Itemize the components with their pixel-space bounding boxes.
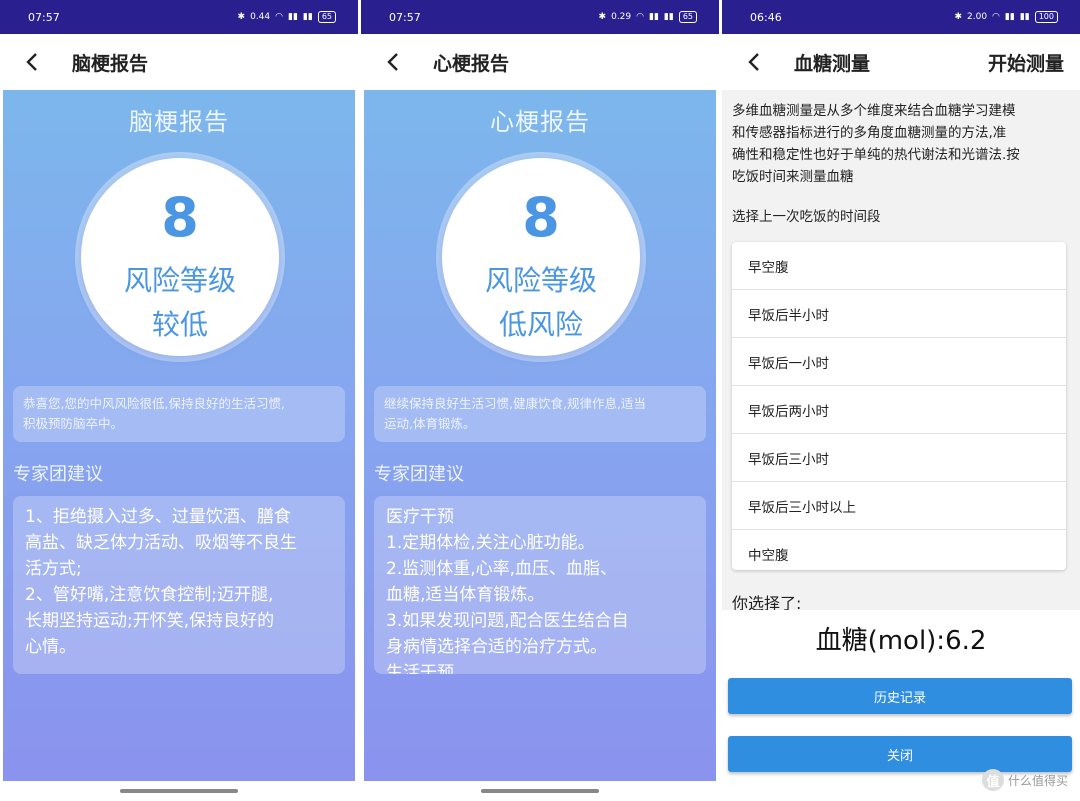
meal-time-option[interactable]: 早饭后三小时以上 [732, 482, 1066, 530]
meal-time-option[interactable]: 早饭后一小时 [732, 338, 1066, 386]
meal-time-option[interactable]: 早空腹 [732, 242, 1066, 290]
advice-line: 3.如果发现问题,配合医生结合自 [386, 611, 629, 631]
battery-icon: 65 [678, 11, 697, 23]
watermark-logo-icon: 值 [981, 769, 1004, 791]
signal-icon: ▮▮ [1004, 12, 1015, 22]
history-button[interactable]: 历史记录 [728, 678, 1072, 714]
back-arrow-icon[interactable] [383, 52, 403, 72]
notice-line: 运动,体育锻炼。 [384, 416, 476, 431]
intro-text: 多维血糖测量是从多个维度来结合血糖学习建模 和传感器指标进行的多角度血糖测量的方… [732, 100, 1070, 188]
status-bar: 07:57 ✱ 0.44 ◠ ▮▮ ▮▮ 65 [0, 0, 358, 34]
advice-line: 高盐、缺乏体力活动、吸烟等不良生 [25, 533, 297, 553]
score-circle: 8 风险等级 低风险 [442, 158, 640, 356]
meal-time-option[interactable]: 早饭后两小时 [732, 386, 1066, 434]
intro-line: 吃饭时间来测量血糖 [732, 169, 854, 185]
notice-line: 积极预防脑卒中。 [23, 416, 124, 431]
advice-line: 2、管好嘴,注意饮食控制;迈开腿, [25, 585, 274, 605]
signal-icon: ▮▮ [288, 12, 298, 22]
report-panel: 心梗报告 8 风险等级 低风险 继续保持良好生活习惯,健康饮食,规律作息,适当 … [364, 90, 716, 781]
close-button[interactable]: 关闭 [728, 736, 1072, 772]
advice-box[interactable]: 1、拒绝摄入过多、过量饮酒、膳食 高盐、缺乏体力活动、吸烟等不良生 活方式; 2… [13, 496, 345, 674]
signal-icon-2: ▮▮ [1019, 12, 1030, 22]
risk-level: 较低 [151, 308, 208, 341]
meal-time-option[interactable]: 中空腹 [732, 530, 1066, 570]
gesture-bar[interactable] [120, 789, 238, 793]
notice-line: 继续保持良好生活习惯,健康饮食,规律作息,适当 [384, 396, 646, 411]
phone-heart-report: 07:57 ✱ 0.29 ◠ ▮▮ ▮▮ 65 心梗报告 心梗报告 8 风险等级… [361, 0, 719, 801]
score-ring: 8 风险等级 较低 [75, 152, 285, 362]
bluetooth-icon: ✱ [598, 12, 607, 22]
signal-icon-2: ▮▮ [663, 12, 674, 22]
bluetooth-icon: ✱ [237, 12, 246, 22]
page-title: 脑梗报告 [72, 52, 149, 75]
advice-line: 身病情选择合适的治疗方式。 [386, 637, 607, 657]
status-time: 07:57 [28, 10, 60, 24]
risk-score: 8 [161, 186, 199, 249]
bluetooth-icon: ✱ [954, 12, 962, 22]
network-speed: 0.44 [250, 12, 271, 22]
meal-time-option[interactable]: 早饭后三小时 [732, 434, 1066, 482]
risk-label: 风险等级 [123, 264, 236, 297]
risk-score: 8 [522, 186, 560, 249]
watermark-text: 什么值得买 [1007, 773, 1068, 788]
score-ring: 8 风险等级 低风险 [436, 152, 646, 362]
notice-box: 恭喜您,您的中风风险很低,保持良好的生活习惯, 积极预防脑卒中。 [13, 386, 345, 442]
advice-line: 生活干预 [386, 663, 454, 674]
advice-line: 心情。 [25, 637, 76, 657]
advice-line: 长期坚持运动;开怀笑,保持良好的 [25, 611, 275, 631]
risk-level: 低风险 [498, 308, 583, 341]
report-title: 心梗报告 [490, 108, 590, 136]
back-arrow-icon[interactable] [22, 52, 42, 72]
page-title: 血糖测量 [794, 52, 871, 75]
battery-icon: 65 [317, 11, 336, 23]
risk-label: 风险等级 [484, 264, 597, 297]
advice-line: 医疗干预 [386, 507, 454, 527]
app-header: 心梗报告 [361, 34, 719, 90]
intro-line: 多维血糖测量是从多个维度来结合血糖学习建模 [732, 103, 1016, 119]
expert-title: 专家团建议 [13, 464, 103, 485]
signal-icon-2: ▮▮ [302, 12, 313, 22]
advice-line: 活方式; [25, 559, 82, 579]
report-panel: 脑梗报告 8 风险等级 较低 恭喜您,您的中风风险很低,保持良好的生活习惯, 积… [3, 90, 355, 781]
network-speed: 0.29 [611, 12, 632, 22]
status-time: 07:57 [389, 10, 421, 24]
signal-icon: ▮▮ [649, 12, 659, 22]
glucose-content: 多维血糖测量是从多个维度来结合血糖学习建模 和传感器指标进行的多角度血糖测量的方… [722, 90, 1080, 801]
notice-line: 恭喜您,您的中风风险很低,保持良好的生活习惯, [23, 396, 285, 411]
meal-time-list[interactable]: 早空腹 早饭后半小时 早饭后一小时 早饭后两小时 早饭后三小时 早饭后三小时以上… [732, 242, 1066, 570]
report-title: 脑梗报告 [129, 108, 229, 136]
score-circle: 8 风险等级 较低 [81, 158, 279, 356]
result-area: 血糖(mol):6.2 历史记录 关闭 值 什么值得买 [722, 610, 1080, 801]
page-title: 心梗报告 [433, 52, 510, 75]
advice-line: 血糖,适当体育锻炼。 [386, 585, 545, 605]
phone-stroke-report: 07:57 ✱ 0.44 ◠ ▮▮ ▮▮ 65 脑梗报告 脑梗报告 8 风险等级… [0, 0, 358, 801]
advice-line: 1.定期体检,关注心脏功能。 [386, 533, 595, 553]
app-header: 血糖测量 开始测量 [722, 34, 1080, 90]
watermark: 值 什么值得买 [981, 769, 1068, 791]
status-time: 06:46 [750, 10, 782, 24]
wifi-icon: ◠ [275, 12, 283, 22]
wifi-icon: ◠ [636, 12, 644, 22]
app-header: 脑梗报告 [0, 34, 358, 90]
status-bar: 06:46 ✱ 2.00 ◠ ▮▮ ▮▮ 100 [722, 0, 1080, 34]
advice-box[interactable]: 医疗干预 1.定期体检,关注心脏功能。 2.监测体重,心率,血压、血脂、 血糖,… [374, 496, 706, 674]
battery-icon: 100 [1034, 11, 1058, 23]
notice-box: 继续保持良好生活习惯,健康饮食,规律作息,适当 运动,体育锻炼。 [374, 386, 706, 442]
status-bar: 07:57 ✱ 0.29 ◠ ▮▮ ▮▮ 65 [361, 0, 719, 34]
phone-glucose-measure: 06:46 ✱ 2.00 ◠ ▮▮ ▮▮ 100 血糖测量 开始测量 多维血糖测… [722, 0, 1080, 801]
meal-time-option[interactable]: 早饭后半小时 [732, 290, 1066, 338]
back-arrow-icon[interactable] [744, 52, 764, 72]
advice-line: 1、拒绝摄入过多、过量饮酒、膳食 [25, 507, 291, 527]
intro-line: 确性和稳定性也好于单纯的热代谢法和光谱法.按 [732, 147, 1020, 163]
wifi-icon: ◠ [992, 12, 1000, 22]
glucose-value: 血糖(mol):6.2 [815, 626, 987, 656]
intro-line: 和传感器指标进行的多角度血糖测量的方法,准 [732, 125, 1007, 141]
network-speed: 2.00 [967, 12, 988, 22]
advice-line: 2.监测体重,心率,血压、血脂、 [386, 559, 618, 579]
start-measure-button[interactable]: 开始测量 [988, 49, 1064, 76]
meal-time-label: 选择上一次吃饭的时间段 [732, 209, 881, 225]
gesture-bar[interactable] [481, 789, 599, 793]
expert-title: 专家团建议 [374, 464, 464, 485]
